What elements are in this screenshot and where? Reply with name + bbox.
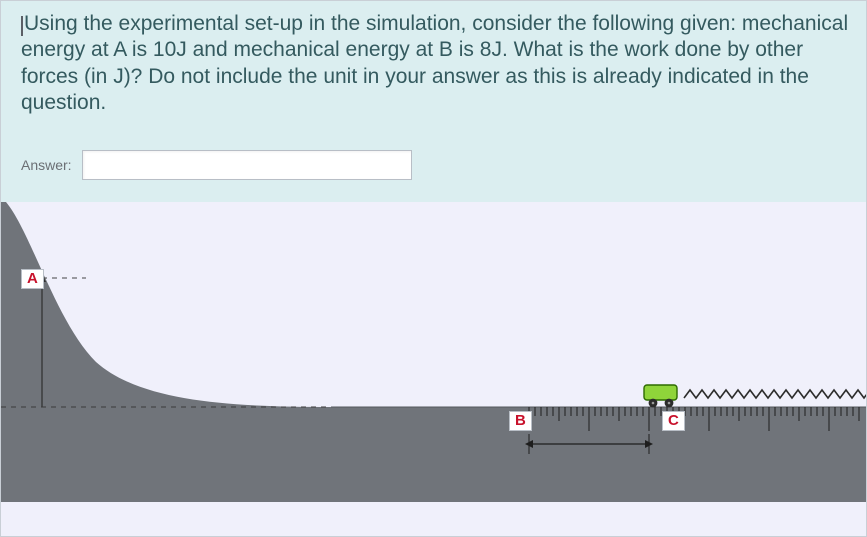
answer-label: Answer: — [21, 157, 72, 173]
answer-input[interactable] — [82, 150, 412, 180]
question-text: Using the experimental set-up in the sim… — [21, 12, 848, 114]
point-label-a: A — [21, 269, 44, 289]
page-container: Using the experimental set-up in the sim… — [0, 0, 867, 537]
question-panel: Using the experimental set-up in the sim… — [1, 1, 866, 202]
point-label-b: B — [509, 411, 532, 431]
diagram-svg — [1, 202, 866, 502]
text-cursor-icon — [21, 16, 23, 36]
point-label-c: C — [662, 411, 685, 431]
simulation-diagram: A B C — [1, 202, 866, 536]
answer-row: Answer: — [21, 150, 850, 180]
